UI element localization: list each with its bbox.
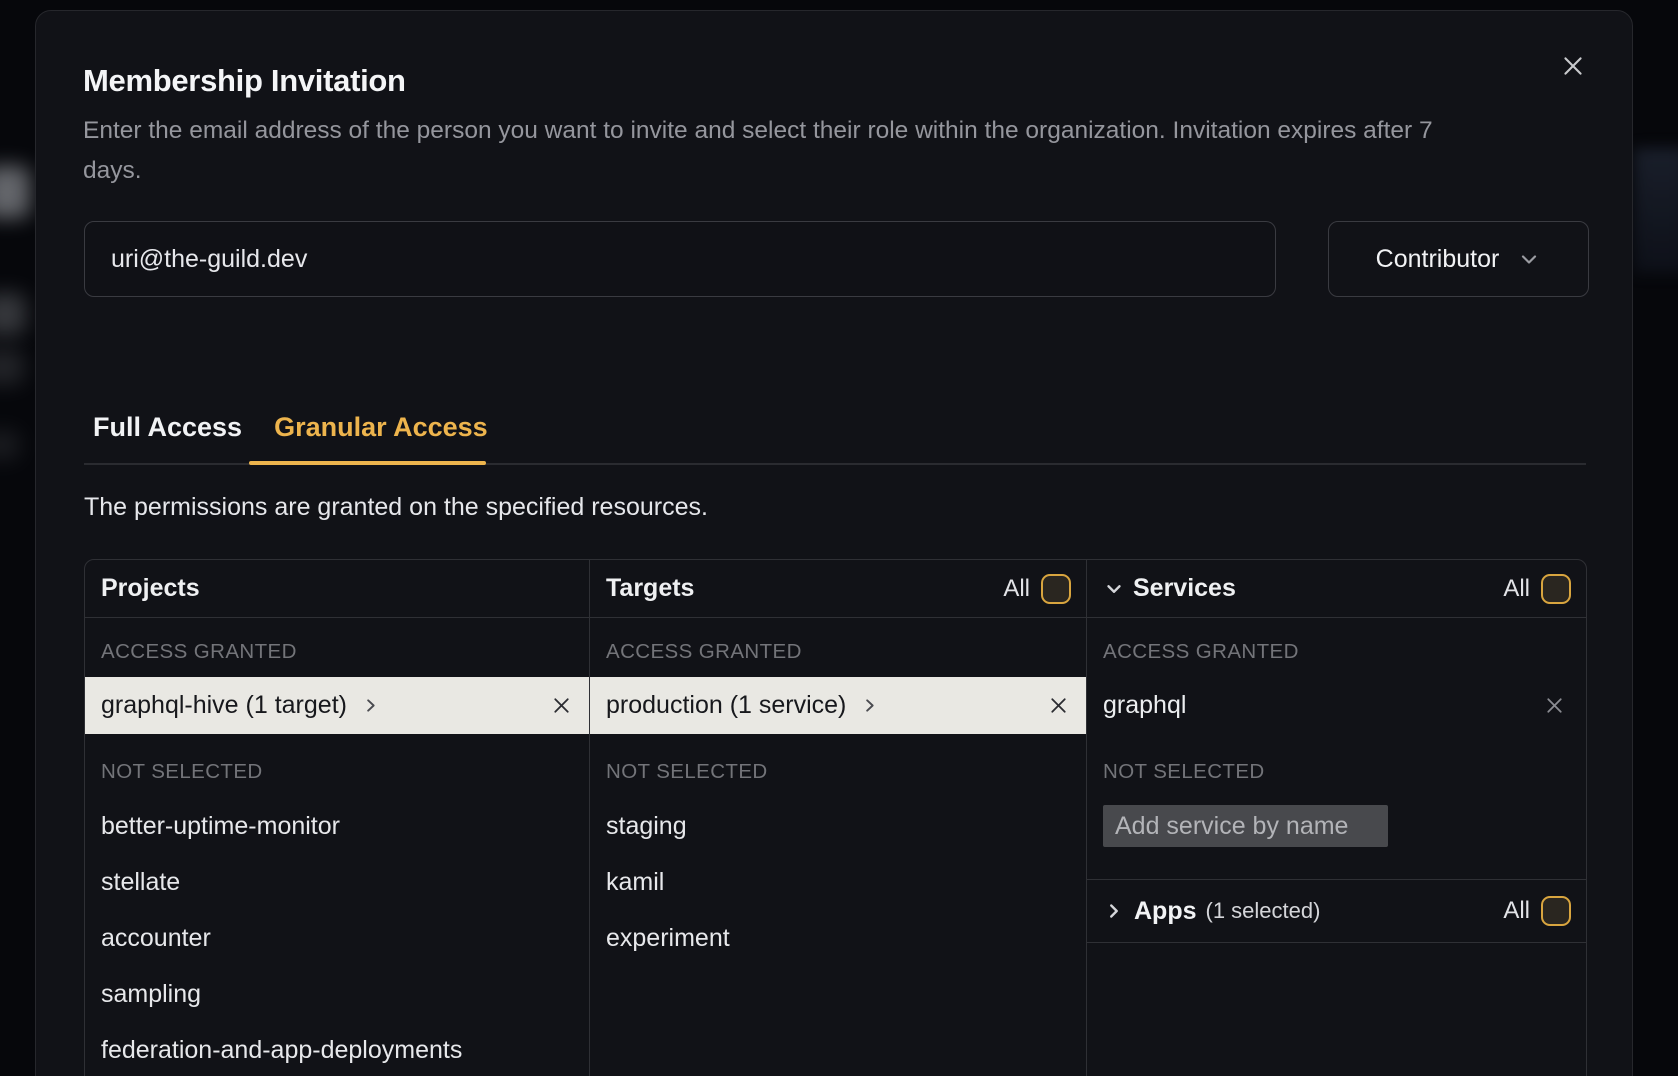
- granted-service-label: graphql: [1103, 691, 1186, 720]
- apps-all-label: All: [1503, 897, 1530, 925]
- services-all-checkbox[interactable]: [1541, 574, 1571, 604]
- targets-all-checkbox[interactable]: [1041, 574, 1071, 604]
- access-granted-label: ACCESS GRANTED: [606, 640, 1086, 664]
- chevron-down-icon: [1103, 578, 1125, 600]
- background-artifact: [0, 166, 30, 218]
- access-granted-label: ACCESS GRANTED: [101, 640, 589, 664]
- remove-project-icon[interactable]: [550, 694, 573, 717]
- services-all-wrap: All: [1503, 574, 1571, 604]
- apps-all-wrap: All: [1503, 896, 1571, 926]
- chevron-down-icon: [1517, 247, 1541, 271]
- projects-column-title: Projects: [101, 574, 200, 603]
- not-selected-label: NOT SELECTED: [606, 760, 1086, 784]
- access-tabs: Full Access Granular Access: [93, 412, 488, 443]
- remove-target-icon[interactable]: [1047, 694, 1070, 717]
- role-select-value: Contributor: [1376, 245, 1500, 274]
- targets-column-header: Targets All: [590, 560, 1086, 618]
- projects-column: Projects ACCESS GRANTED graphql-hive (1 …: [85, 560, 589, 1076]
- apps-group-title: Apps: [1134, 897, 1197, 926]
- not-selected-label: NOT SELECTED: [101, 760, 589, 784]
- role-select[interactable]: Contributor: [1328, 221, 1589, 297]
- page-background: Membership Invitation Enter the email ad…: [0, 0, 1678, 1076]
- services-column: Services All ACCESS GRANTED graphql NOT …: [1086, 560, 1586, 1076]
- close-icon[interactable]: [1556, 49, 1590, 83]
- apps-group-row[interactable]: Apps (1 selected) All: [1087, 879, 1586, 943]
- tab-full-access[interactable]: Full Access: [93, 412, 242, 443]
- services-all-label: All: [1503, 575, 1530, 603]
- targets-all-label: All: [1003, 575, 1030, 603]
- projects-column-header: Projects: [85, 560, 589, 618]
- membership-invitation-dialog: Membership Invitation Enter the email ad…: [35, 10, 1633, 1076]
- services-column-title: Services: [1133, 574, 1236, 603]
- granted-target-label: production (1 service): [606, 691, 846, 720]
- background-artifact: [0, 430, 20, 460]
- chevron-right-icon: [860, 696, 879, 715]
- list-item[interactable]: experiment: [590, 910, 1086, 966]
- permissions-note: The permissions are granted on the speci…: [84, 493, 708, 522]
- not-selected-label: NOT SELECTED: [1103, 760, 1586, 784]
- list-item[interactable]: federation-and-app-deployments: [85, 1022, 589, 1076]
- chevron-right-icon: [1103, 900, 1125, 922]
- list-item[interactable]: staging: [590, 798, 1086, 854]
- background-artifact: [0, 349, 24, 385]
- remove-service-icon[interactable]: [1543, 694, 1566, 717]
- permissions-table: Projects ACCESS GRANTED graphql-hive (1 …: [84, 559, 1587, 1076]
- list-item[interactable]: kamil: [590, 854, 1086, 910]
- apps-all-checkbox[interactable]: [1541, 896, 1571, 926]
- access-granted-label: ACCESS GRANTED: [1103, 640, 1586, 664]
- granted-target-row[interactable]: production (1 service): [590, 677, 1086, 734]
- list-item[interactable]: better-uptime-monitor: [85, 798, 589, 854]
- services-column-header[interactable]: Services All: [1087, 560, 1586, 618]
- targets-column: Targets All ACCESS GRANTED production (1…: [589, 560, 1086, 1076]
- add-service-input[interactable]: [1103, 805, 1388, 847]
- list-item[interactable]: sampling: [85, 966, 589, 1022]
- list-item[interactable]: stellate: [85, 854, 589, 910]
- targets-all-wrap: All: [1003, 574, 1071, 604]
- granted-project-row[interactable]: graphql-hive (1 target): [85, 677, 589, 734]
- dialog-title: Membership Invitation: [83, 63, 406, 99]
- dialog-description: Enter the email address of the person yo…: [83, 111, 1495, 191]
- email-input[interactable]: [84, 221, 1276, 297]
- projects-not-selected-list: better-uptime-monitor stellate accounter…: [85, 798, 589, 1076]
- granted-service-row[interactable]: graphql: [1087, 677, 1586, 734]
- chevron-right-icon: [361, 696, 380, 715]
- list-item[interactable]: accounter: [85, 910, 589, 966]
- tab-granular-access[interactable]: Granular Access: [274, 412, 488, 443]
- targets-column-title: Targets: [606, 574, 694, 603]
- granted-project-label: graphql-hive (1 target): [101, 691, 347, 720]
- background-artifact: [0, 293, 26, 335]
- targets-not-selected-list: staging kamil experiment: [590, 798, 1086, 966]
- background-artifact: [1634, 148, 1678, 273]
- active-tab-indicator: [249, 461, 486, 465]
- apps-selected-count: (1 selected): [1206, 898, 1321, 924]
